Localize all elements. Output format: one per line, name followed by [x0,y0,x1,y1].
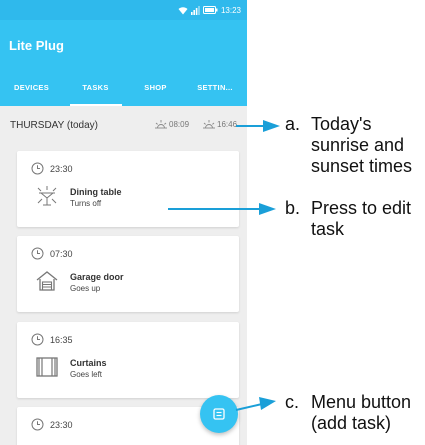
annotation-line: sunset times [311,156,413,176]
annotation-line: Today's [311,114,372,134]
annotation-b: b. Press to edit task [285,198,411,240]
annotation-c: c. Menu button (add task) [285,392,411,434]
annotation-line: Press to edit [311,198,412,218]
callout-arrow-a [236,120,280,132]
annotation-line: (add task) [311,413,392,433]
callout-arrow-b [168,203,276,215]
annotation-line: sunrise and [311,135,405,155]
annotation-line: task [311,219,345,239]
annotation-line: Menu button [311,392,412,412]
annotation-letter: c. [285,392,300,412]
callout-arrow-c [235,397,276,411]
annotation-letter: b. [285,198,301,218]
annotation-letter: a. [285,114,301,134]
annotation-a: a. Today's sunrise and sunset times [285,114,412,177]
